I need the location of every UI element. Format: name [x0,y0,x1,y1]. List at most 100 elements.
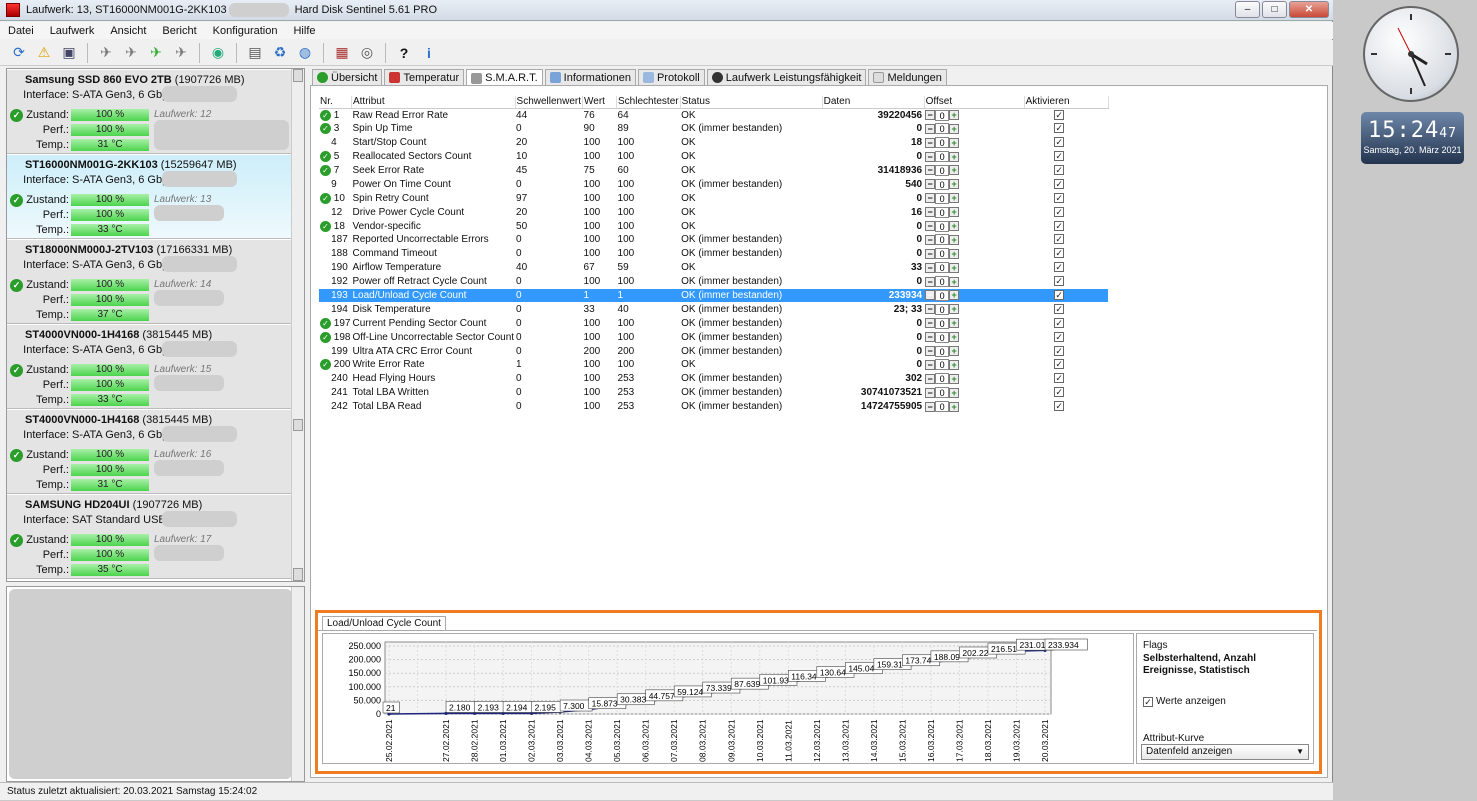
plus-icon[interactable]: + [949,318,960,329]
offset-value[interactable]: 0 [935,401,950,413]
satellite-check-icon[interactable]: ✈ [145,42,167,64]
activate-checkbox[interactable]: ✓ [1054,262,1065,273]
minus-icon[interactable]: − [925,165,936,176]
plus-icon[interactable]: + [949,221,960,231]
activate-checkbox[interactable]: ✓ [1054,276,1065,287]
plus-icon[interactable]: + [949,123,960,134]
offset-value[interactable]: 0 [935,206,950,218]
offset-value[interactable]: 0 [935,317,950,329]
disk-entry[interactable]: ST18000NM000J-2TV103 (17166331 MB) Inter… [7,240,292,324]
col-schwellenwert[interactable]: Schwellenwert [515,96,584,109]
offset-value[interactable]: 0 [935,248,950,260]
recycle-icon[interactable]: ♻ [269,42,291,64]
minus-icon[interactable]: − [925,346,936,357]
plus-icon[interactable]: + [949,165,960,176]
offset-value[interactable]: 0 [935,359,950,371]
minus-icon[interactable]: − [925,304,936,315]
minus-icon[interactable]: − [925,248,936,259]
disk-entry[interactable]: Samsung SSD 860 EVO 2TB (1907726 MB) Int… [7,70,292,154]
activate-checkbox[interactable]: ✓ [1054,165,1065,175]
chart-icon[interactable]: ▦ [331,42,353,64]
offset-value[interactable]: 0 [935,164,950,176]
smart-row[interactable]: ✓ 200 Write Error Rate 1 100 100 OK 0 −0… [319,358,1108,372]
scroll-up-arrow[interactable] [293,69,303,82]
col-daten[interactable]: Daten [822,96,925,109]
minus-icon[interactable]: − [925,110,936,121]
info-icon[interactable]: i [418,42,440,64]
smart-row[interactable]: 193 Load/Unload Cycle Count 0 1 1 OK (im… [319,288,1109,303]
offset-value[interactable]: 0 [935,387,950,399]
minus-icon[interactable]: − [925,234,936,245]
activate-checkbox[interactable]: ✓ [1054,234,1065,245]
offset-value[interactable]: 0 [935,289,950,301]
show-values-toggle[interactable]: ✓ Werte anzeigen [1143,696,1226,707]
minus-icon[interactable]: − [925,373,936,384]
minus-icon[interactable]: − [925,137,936,148]
col-attribut[interactable]: Attribut [351,96,516,109]
plus-icon[interactable]: + [949,290,960,301]
offset-value[interactable]: 0 [935,178,950,190]
help-icon[interactable]: ? [393,42,415,64]
menu-datei[interactable]: Datei [0,25,42,37]
offset-value[interactable]: 0 [935,192,950,204]
info-scrollbar[interactable] [291,587,304,781]
minus-icon[interactable]: − [925,359,936,370]
satellite-icon[interactable]: ✈ [95,42,117,64]
col-offset[interactable]: Offset [924,96,1025,109]
activate-checkbox[interactable]: ✓ [1054,178,1065,189]
globe-icon[interactable]: ◉ [207,42,229,64]
offset-value[interactable]: 0 [935,220,950,232]
tab-meldungen[interactable]: Meldungen [868,69,947,85]
smart-row[interactable]: 9 Power On Time Count 0 100 100 OK (imme… [319,177,1108,191]
smart-row[interactable]: 190 Airflow Temperature 40 67 59 OK 33 −… [319,261,1108,275]
tab-informationen[interactable]: Informationen [544,69,636,85]
activate-checkbox[interactable]: ✓ [1054,317,1065,328]
offset-value[interactable]: 0 [935,109,950,121]
speaker-icon[interactable]: ◎ [356,42,378,64]
plus-icon[interactable]: + [949,207,960,218]
smart-row[interactable]: ✓ 198 Off-Line Uncorrectable Sector Coun… [319,330,1108,344]
activate-checkbox[interactable]: ✓ [1054,248,1065,259]
smart-row[interactable]: ✓ 197 Current Pending Sector Count 0 100… [319,316,1108,330]
smart-row[interactable]: 199 Ultra ATA CRC Error Count 0 200 200 … [319,344,1108,358]
minus-icon[interactable]: − [925,123,936,134]
smart-row[interactable]: 242 Total LBA Read 0 100 253 OK (immer b… [319,400,1108,414]
tab-smart[interactable]: S.M.A.R.T. [466,69,543,86]
smart-row[interactable]: ✓ 18 Vendor-specific 50 100 100 OK 0 −0 +… [319,219,1108,233]
col-status[interactable]: Status [680,96,823,109]
offset-value[interactable]: 0 [935,234,950,246]
drive-icon[interactable]: ▣ [58,42,80,64]
activate-checkbox[interactable]: ✓ [1054,387,1065,398]
plus-icon[interactable]: + [949,373,960,384]
activate-checkbox[interactable]: ✓ [1054,290,1065,301]
smart-row[interactable]: 194 Disk Temperature 0 33 40 OK (immer b… [319,302,1108,316]
menu-konfiguration[interactable]: Konfiguration [205,25,286,37]
smart-row[interactable]: ✓ 5 Reallocated Sectors Count 10 100 100… [319,150,1108,164]
offset-value[interactable]: 0 [935,331,950,343]
smart-row[interactable]: ✓ 10 Spin Retry Count 97 100 100 OK 0 −0… [319,191,1108,205]
plus-icon[interactable]: + [949,346,960,357]
disk-list-scrollbar[interactable] [291,69,304,581]
offset-value[interactable]: 0 [935,373,950,385]
menu-ansicht[interactable]: Ansicht [102,25,154,37]
activate-checkbox[interactable]: ✓ [1054,206,1065,217]
minus-icon[interactable]: − [925,221,936,231]
disk-entry[interactable]: ST16000NM001G-2KK103 (15259647 MB) Inter… [7,155,292,239]
warning-icon[interactable]: ⚠ [33,42,55,64]
globe-pc-icon[interactable]: ◍ [294,42,316,64]
plus-icon[interactable]: + [949,179,960,190]
minus-icon[interactable]: − [925,276,936,287]
activate-checkbox[interactable]: ✓ [1054,109,1065,120]
plus-icon[interactable]: + [949,137,960,148]
smart-row[interactable]: ✓ 7 Seek Error Rate 45 75 60 OK 31418936… [319,164,1108,178]
offset-value[interactable]: 0 [935,276,950,288]
activate-checkbox[interactable]: ✓ [1054,401,1065,412]
plus-icon[interactable]: + [949,110,960,121]
menu-bericht[interactable]: Bericht [154,25,204,37]
activate-checkbox[interactable]: ✓ [1054,123,1065,134]
activate-checkbox[interactable]: ✓ [1054,373,1065,384]
tab-leistung[interactable]: Laufwerk Leistungsfähigkeit [706,69,867,85]
activate-checkbox[interactable]: ✓ [1054,137,1065,148]
offset-value[interactable]: 0 [935,262,950,274]
offset-value[interactable]: 0 [935,123,950,135]
